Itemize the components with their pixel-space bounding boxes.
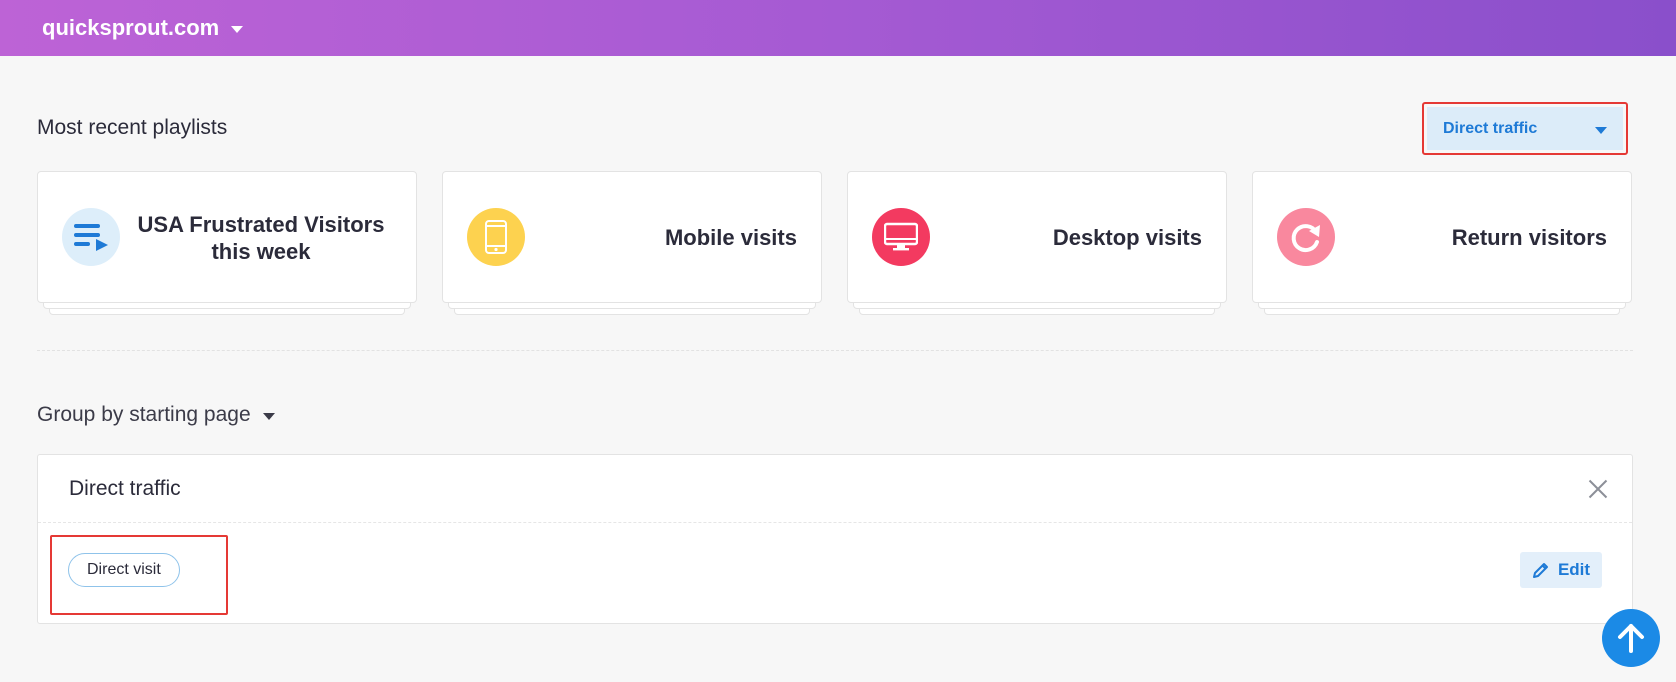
playlist-card-stack: Desktop visits [847, 171, 1227, 316]
mobile-phone-icon [467, 208, 525, 266]
pencil-icon [1532, 563, 1548, 578]
playlist-card-label: Return visitors [1451, 225, 1607, 250]
playlist-card-stack: Mobile visits [442, 171, 822, 316]
playlist-card-stack: Return visitors [1252, 171, 1632, 316]
playlist-card-return[interactable]: Return visitors [1252, 171, 1632, 303]
playlist-card-label: USA Frustrated Visitors this week [137, 212, 385, 264]
group-by-dropdown[interactable]: Group by starting page [37, 403, 275, 427]
segment-dropdown-highlight: Direct traffic [1422, 102, 1628, 155]
playlist-cards: USA Frustrated Visitors this week Mobile… [37, 171, 1633, 316]
segment-dropdown-value: Direct traffic [1443, 119, 1538, 137]
scroll-to-top-button[interactable] [1602, 609, 1660, 667]
segment-group-panel: Direct traffic Direct visit Edit [37, 454, 1633, 624]
playlist-icon [62, 208, 120, 266]
panel-title: Direct traffic [69, 476, 181, 500]
close-icon[interactable] [1584, 475, 1612, 503]
chevron-down-icon [1595, 127, 1607, 134]
section-divider [37, 350, 1633, 351]
segment-dropdown[interactable]: Direct traffic [1427, 107, 1623, 150]
top-bar: quicksprout.com [0, 0, 1676, 56]
site-switcher[interactable]: quicksprout.com [42, 15, 244, 41]
chevron-down-icon [231, 26, 244, 33]
group-by-label: Group by starting page [37, 403, 251, 426]
filter-chip[interactable]: Direct visit [68, 553, 180, 587]
arrow-up-icon [1618, 624, 1644, 653]
panel-header: Direct traffic [38, 455, 1632, 523]
playlist-card-stack: USA Frustrated Visitors this week [37, 171, 417, 316]
edit-button[interactable]: Edit [1520, 552, 1602, 588]
site-name: quicksprout.com [42, 15, 220, 40]
return-arrow-icon [1277, 208, 1335, 266]
recent-playlists-title: Most recent playlists [37, 116, 228, 139]
playlist-card-label: Mobile visits [664, 225, 797, 250]
playlist-card-label: Desktop visits [1052, 225, 1202, 250]
desktop-monitor-icon [872, 208, 930, 266]
chevron-down-icon [262, 413, 275, 420]
playlist-card-mobile[interactable]: Mobile visits [442, 171, 822, 303]
playlist-card-usa-frustrated[interactable]: USA Frustrated Visitors this week [37, 171, 417, 303]
playlist-card-desktop[interactable]: Desktop visits [847, 171, 1227, 303]
edit-button-label: Edit [1557, 560, 1591, 579]
